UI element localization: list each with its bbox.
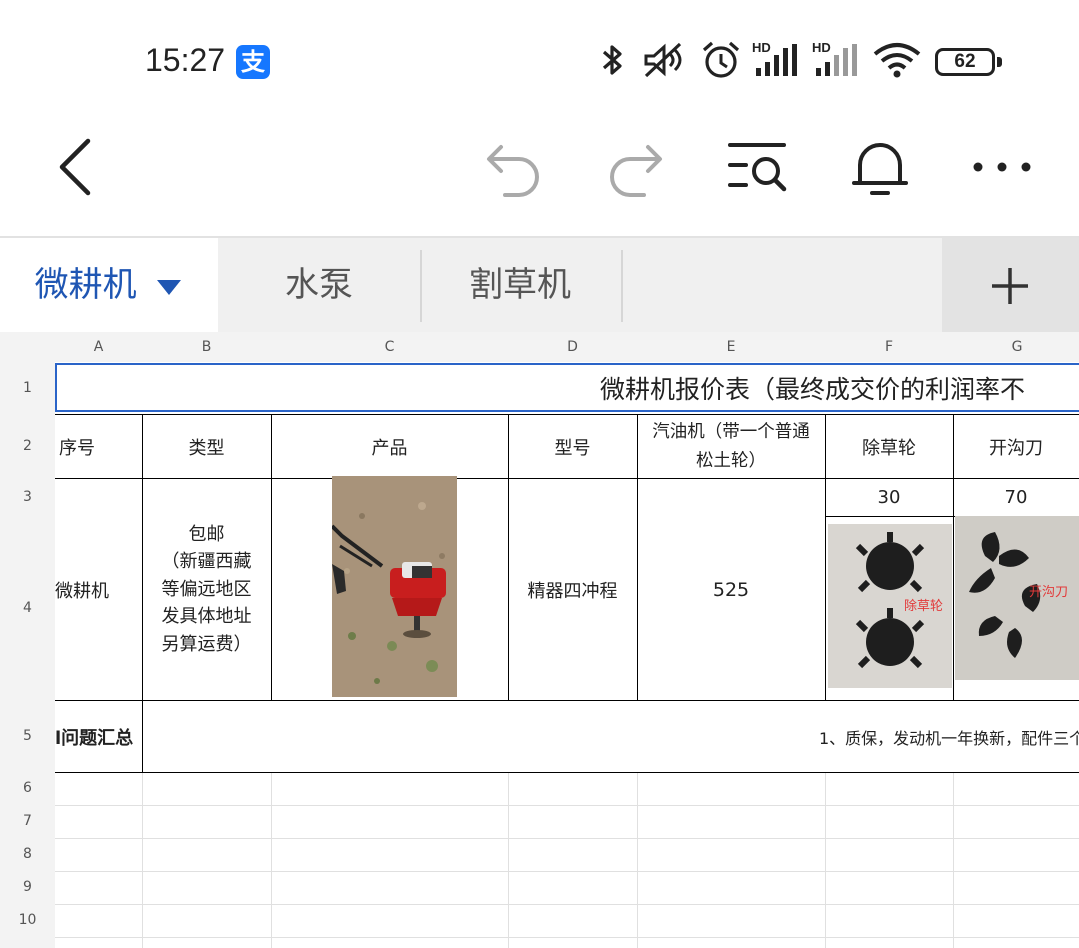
mute-icon: [644, 42, 682, 78]
header-trencher-cell[interactable]: 开沟刀: [953, 415, 1079, 478]
tiller-product-image[interactable]: [332, 476, 457, 697]
row-header-7[interactable]: 7: [0, 805, 55, 838]
summary-label-cell[interactable]: l问题汇总: [55, 701, 142, 772]
header-product-cell[interactable]: 产品: [271, 415, 508, 478]
selected-title-cell[interactable]: 微耕机报价表（最终成交价的利润率不: [55, 363, 1079, 412]
wifi-icon: [873, 43, 921, 78]
header-engine-cell[interactable]: 汽油机（带一个普通 松土轮）: [637, 415, 825, 478]
hd-label: HD: [752, 40, 771, 55]
row-header-5[interactable]: 5: [0, 700, 55, 772]
undo-icon[interactable]: [481, 135, 545, 199]
weeder-price-cell[interactable]: 30: [825, 479, 953, 516]
header-engine-line2: 松土轮）: [696, 450, 766, 471]
weeder-wheel-image[interactable]: 除草轮: [828, 524, 952, 688]
row-header-10[interactable]: 10: [0, 904, 55, 937]
tab-label: 水泵: [285, 265, 353, 305]
trencher-photo-label: 开沟刀: [1029, 585, 1068, 600]
engine-price-cell[interactable]: 525: [637, 479, 825, 700]
row-header-6[interactable]: 6: [0, 772, 55, 805]
header-type-cell[interactable]: 类型: [142, 415, 271, 478]
item-type-line: （新疆西藏: [161, 551, 252, 573]
column-header-e[interactable]: E: [637, 332, 825, 362]
more-icon[interactable]: [970, 135, 1034, 199]
item-seq-cell[interactable]: 微耕机: [55, 479, 142, 700]
column-header-c[interactable]: C: [271, 332, 508, 362]
row-header-bar: 1 2 3 4 5 6 7 8 9 10: [0, 362, 55, 948]
header-model-cell[interactable]: 型号: [508, 415, 637, 478]
status-time: 15:27: [145, 42, 226, 78]
summary-text: 1、质保，发动机一年换新，配件三个: [819, 728, 1079, 748]
item-type-line: 发具体地址: [161, 606, 252, 628]
sheet-tab-bar: 微耕机 水泵 割草机: [0, 236, 1079, 332]
header-seq-cell[interactable]: 序号: [55, 415, 142, 478]
column-header-f[interactable]: F: [825, 332, 953, 362]
header-engine-line1: 汽油机（带一个普通: [652, 421, 810, 442]
column-header-b[interactable]: B: [142, 332, 271, 362]
signal-icon: HD: [752, 40, 797, 76]
search-list-icon[interactable]: [726, 135, 790, 199]
alipay-icon: 支: [236, 45, 270, 79]
item-type-line: 另算运费）: [161, 633, 252, 655]
sheet-title: 微耕机报价表（最终成交价的利润率不: [600, 374, 1026, 404]
tab-divider: [621, 250, 623, 322]
item-type-line: 包邮: [188, 523, 225, 545]
tab-label: 微耕机: [34, 265, 137, 305]
battery-tip: [997, 57, 1002, 67]
column-header-a[interactable]: A: [55, 332, 142, 362]
row-header-8[interactable]: 8: [0, 838, 55, 871]
trencher-blade-image[interactable]: 开沟刀: [955, 516, 1079, 680]
plus-icon: [992, 268, 1028, 304]
item-model-cell[interactable]: 精器四冲程: [508, 479, 637, 700]
trencher-price-cell[interactable]: 70: [953, 479, 1079, 516]
dropdown-triangle-icon[interactable]: [155, 277, 183, 297]
alarm-icon: [702, 41, 740, 78]
header-weeder-cell[interactable]: 除草轮: [825, 415, 953, 478]
redo-icon[interactable]: [604, 135, 668, 199]
tab-gecaoji[interactable]: 割草机: [420, 238, 620, 332]
column-header-bar: A B C D E F G: [0, 332, 1079, 362]
signal-icon: HD: [812, 40, 857, 76]
column-header-d[interactable]: D: [508, 332, 637, 362]
battery-icon: 62: [935, 48, 995, 76]
row-header-1[interactable]: 1: [0, 362, 55, 414]
row-header-9[interactable]: 9: [0, 871, 55, 904]
row-header-4[interactable]: 4: [0, 516, 55, 700]
bell-icon[interactable]: [848, 135, 912, 199]
item-type-line: 等偏远地区: [161, 578, 252, 600]
bluetooth-icon: [602, 45, 622, 75]
tab-weigengji[interactable]: 微耕机: [0, 238, 218, 332]
back-icon[interactable]: [44, 135, 108, 199]
weeder-photo-label: 除草轮: [904, 599, 943, 614]
column-header-g[interactable]: G: [953, 332, 1079, 362]
row-header-3[interactable]: 3: [0, 478, 55, 516]
tab-label: 割草机: [469, 265, 571, 305]
item-type-cell[interactable]: 包邮 （新疆西藏 等偏远地区 发具体地址 另算运费）: [142, 479, 271, 700]
row-header-2[interactable]: 2: [0, 414, 55, 478]
summary-text-cell[interactable]: 1、质保，发动机一年换新，配件三个: [143, 701, 1079, 772]
hd-label: HD: [812, 40, 831, 55]
tab-shuibeng[interactable]: 水泵: [218, 238, 420, 332]
add-sheet-button[interactable]: [942, 238, 1079, 332]
